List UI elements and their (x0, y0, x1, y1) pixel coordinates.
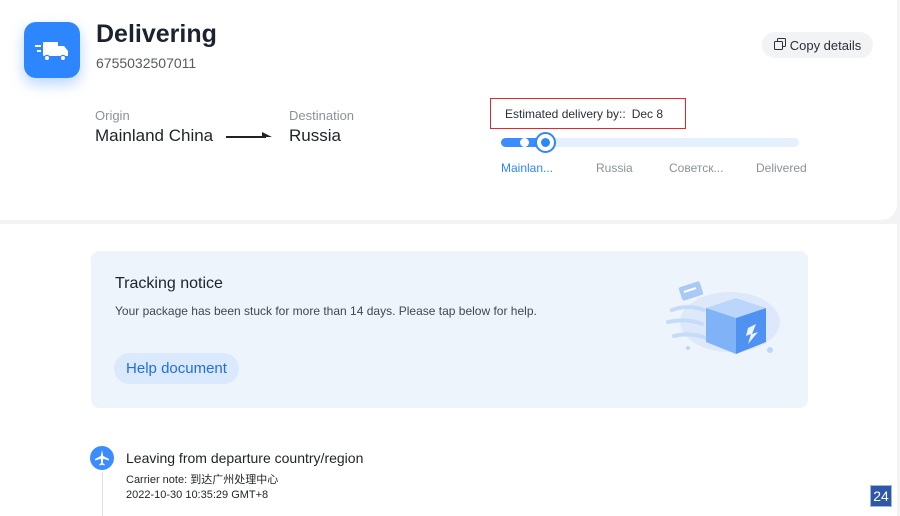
status-title: Delivering (96, 20, 217, 48)
event-carrier-note: Carrier note: 到达广州处理中心 (126, 474, 279, 486)
corner-badge: 24 (870, 485, 892, 507)
help-document-button[interactable]: Help document (114, 353, 239, 384)
notice-text: Your package has been stuck for more tha… (115, 304, 537, 318)
progress-current-marker (535, 132, 556, 153)
tracking-number: 6755032507011 (96, 55, 197, 71)
step-label-delivered[interactable]: Delivered (756, 161, 807, 175)
timeline-connector (102, 472, 103, 516)
notice-title: Tracking notice (115, 275, 223, 292)
origin-label: Origin (95, 108, 130, 123)
destination-label: Destination (289, 108, 355, 123)
step-label-destination[interactable]: Russia (596, 161, 633, 175)
delivery-truck-icon (24, 22, 80, 78)
event-title: Leaving from departure country/region (126, 450, 364, 466)
copy-icon (773, 37, 786, 53)
progress-origin-dot (520, 138, 529, 147)
package-box-icon (666, 278, 784, 367)
estimated-delivery: Estimated delivery by:: Dec 8 (490, 98, 686, 129)
origin-value: Mainland China (95, 126, 214, 145)
destination-value: Russia (289, 126, 341, 145)
event-timestamp: 2022-10-30 10:35:29 GMT+8 (126, 489, 269, 501)
eta-label: Estimated delivery by:: (505, 106, 626, 121)
copy-details-label: Copy details (789, 37, 862, 53)
step-label-city[interactable]: Советск... (669, 161, 723, 175)
airplane-icon (90, 446, 114, 470)
copy-details-button[interactable]: Copy details (762, 32, 873, 58)
step-label-origin[interactable]: Mainlan... (501, 161, 553, 175)
eta-date: Dec 8 (631, 106, 664, 121)
route-arrow-icon (226, 128, 274, 146)
